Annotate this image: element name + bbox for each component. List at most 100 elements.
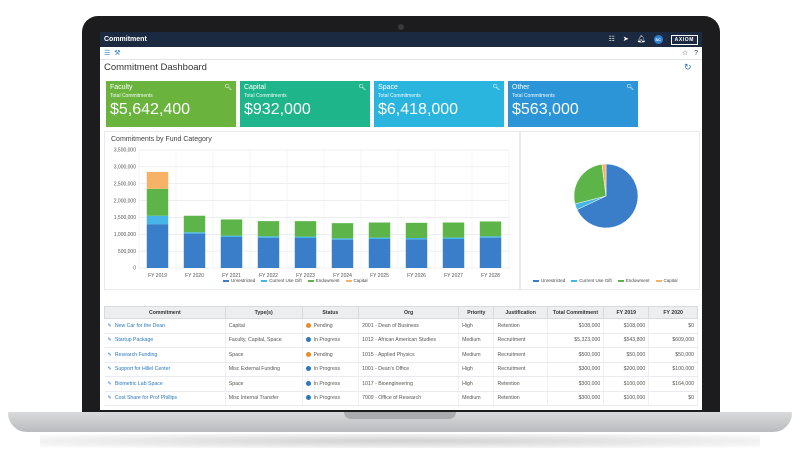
paper-plane-icon[interactable]: ➤ [623,36,629,43]
commitment-cell[interactable]: ✎ Startup Package [104,333,226,348]
legend-item[interactable]: Endowment [307,278,340,283]
bar-segment[interactable] [368,239,391,268]
search-icon[interactable]: 🔍︎ [492,84,500,91]
bar-segment[interactable] [442,237,465,240]
bar-segment[interactable] [331,239,354,268]
justification-cell: Retention [493,391,548,406]
legend-item[interactable]: Capital [345,278,368,283]
bar-segment[interactable] [220,236,243,268]
bar-segment[interactable] [405,237,428,240]
table-row[interactable]: ✎ Research Funding Space Pending 1015 - Appl… [104,347,698,363]
bar-segment[interactable] [183,233,206,268]
bar-segment[interactable] [220,235,243,237]
bar-segment[interactable] [331,223,354,239]
column-header[interactable]: Commitment [104,306,226,319]
commitment-link[interactable]: Research Funding [115,352,157,358]
commitment-link[interactable]: New Car for the Dean [115,323,165,329]
bar-segment[interactable] [479,237,502,268]
bar-segment[interactable] [257,236,280,238]
commitment-cell[interactable]: ✎ Research Funding [104,347,226,363]
bar-segment[interactable] [405,239,428,268]
edit-icon[interactable]: ✎ [108,337,112,343]
bar-segment[interactable] [146,188,169,216]
commitment-cell[interactable]: ✎ Cost Share for Prof Phillips [104,391,226,406]
help-icon[interactable]: ? [694,50,698,57]
bar-segment[interactable] [405,222,428,238]
legend-item[interactable]: Unrestricted [223,278,255,283]
bar-segment[interactable] [442,222,465,238]
wrench-icon[interactable]: ⚒ [114,50,120,57]
edit-icon[interactable]: ✎ [108,366,112,372]
card-other[interactable]: Other 🔍︎ Total Commitments $563,000 [508,81,638,127]
search-icon[interactable]: 🔍︎ [224,84,232,91]
bar-segment[interactable] [294,237,317,268]
table-row[interactable]: ✎ Startup Package Faculty, Capital, Space I… [104,333,698,348]
bar-segment[interactable] [257,237,280,268]
column-header[interactable]: Total Commitment [546,306,605,319]
total-cell: $5,323,000 [547,333,605,348]
card-space[interactable]: Space 🔍︎ Total Commitments $6,418,000 [374,81,504,127]
bar-segment[interactable] [442,239,465,268]
search-icon[interactable]: 🔍︎ [626,84,634,91]
column-header[interactable]: FY 2019 [603,306,650,319]
edit-icon[interactable]: ✎ [108,395,112,401]
column-header[interactable]: Status [301,306,360,319]
bar-segment[interactable] [183,215,206,233]
legend-item[interactable]: Current Use Gift [571,278,612,283]
column-header[interactable]: FY 2020 [648,306,698,319]
legend-item[interactable]: Capital [655,278,678,283]
camera-icon [398,24,404,30]
search-icon[interactable]: 🔍︎ [358,84,366,91]
legend-item[interactable]: Current Use Gift [261,278,302,283]
column-header[interactable]: Type(s) [224,306,303,319]
table-row[interactable]: ✎ Support for Hillel Center Misc External … [104,362,698,377]
total-cell: $300,000 [547,391,605,406]
status-icon [305,395,311,401]
bar-segment[interactable] [294,221,317,237]
table-row[interactable]: ✎ Biometric Lab Space Space In Progress 1017… [104,376,698,392]
commitment-cell[interactable]: ✎ New Car for the Dean [104,318,226,334]
edit-icon[interactable]: ✎ [108,323,112,329]
card-value: $563,000 [512,101,579,118]
commitment-link[interactable]: Cost Share for Prof Phillips [115,395,177,401]
card-faculty[interactable]: Faculty 🔍︎ Total Commitments $5,642,400 [106,81,236,127]
x-tick-label: FY 2026 [407,273,426,279]
legend-item[interactable]: Unrestricted [533,278,565,283]
bar-segment[interactable] [368,222,391,238]
commitment-link[interactable]: Startup Package [115,337,153,343]
bar-segment[interactable] [146,224,169,268]
bar-segment[interactable] [257,221,280,237]
commitment-link[interactable]: Biometric Lab Space [115,381,163,387]
bar-segment[interactable] [146,215,169,225]
status-icon [305,322,311,328]
bar-segment[interactable] [331,238,354,240]
commitment-link[interactable]: Support for Hillel Center [115,366,170,372]
card-title: Capital [244,84,266,91]
bell-icon[interactable]: 🔔︎ [637,36,646,43]
star-icon[interactable]: ☆ [682,50,688,57]
table-row[interactable]: ✎ New Car for the Dean Capital Pending 2001 … [104,318,698,334]
column-header[interactable]: Priority [458,306,495,319]
card-capital[interactable]: Capital 🔍︎ Total Commitments $932,000 [240,81,370,127]
column-header[interactable]: Justification [493,306,548,319]
status-icon [305,366,311,372]
bar-segment[interactable] [294,236,317,238]
bar-segment[interactable] [368,237,391,240]
commitment-cell[interactable]: ✎ Support for Hillel Center [104,362,226,377]
bar-segment[interactable] [183,232,206,234]
commitment-cell[interactable]: ✎ Biometric Lab Space [104,376,226,392]
y-tick-label: 500,000 [118,249,136,255]
bar-segment[interactable] [220,219,243,236]
legend-item[interactable]: Endowment [617,278,650,283]
refresh-icon[interactable]: ↻ [684,62,692,73]
apps-grid-icon[interactable]: ☷ [609,36,615,43]
column-header[interactable]: Org [358,306,460,319]
bar-segment[interactable] [146,171,169,189]
table-row[interactable]: ✎ Cost Share for Prof Phillips Misc Intern… [104,391,698,406]
avatar[interactable]: SC [653,35,663,44]
bar-segment[interactable] [479,236,502,238]
edit-icon[interactable]: ✎ [108,381,112,387]
menu-icon[interactable]: ☰ [104,50,110,57]
bar-segment[interactable] [479,221,502,237]
edit-icon[interactable]: ✎ [108,352,112,358]
